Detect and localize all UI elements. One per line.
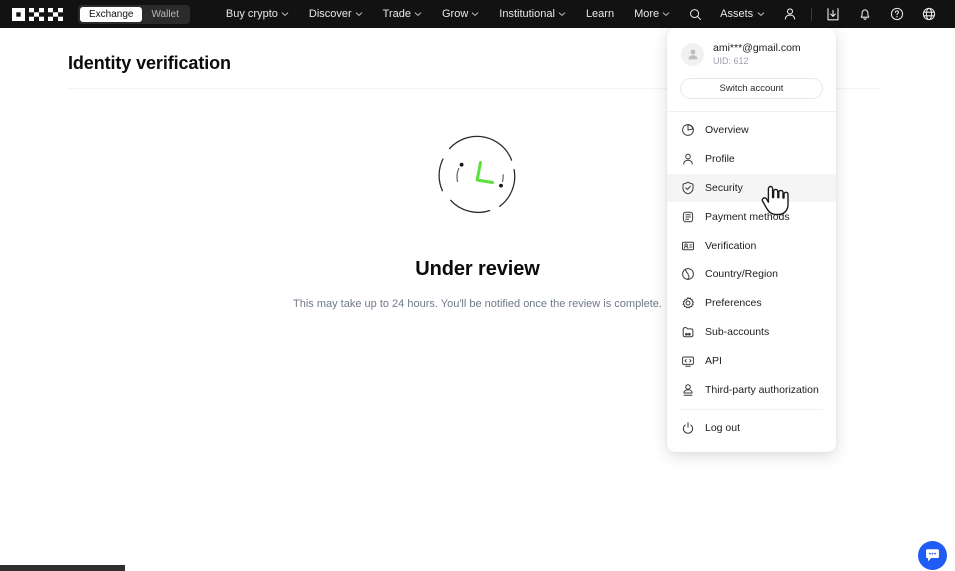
menu-item-preferences[interactable]: Preferences (667, 289, 836, 318)
menu-item-label: Country/Region (705, 268, 778, 281)
dropdown-divider (667, 111, 836, 112)
okx-logo[interactable] (12, 7, 64, 21)
pie-chart-icon (681, 123, 695, 137)
product-switcher[interactable]: Exchange Wallet (78, 4, 190, 24)
shield-check-icon (681, 181, 695, 195)
search-icon (689, 8, 702, 21)
chevron-down-icon (414, 10, 422, 18)
nav-item-institutional[interactable]: Institutional (489, 0, 576, 28)
page-title: Identity verification (68, 53, 231, 73)
chevron-down-icon (757, 10, 765, 18)
download-icon (826, 7, 840, 21)
menu-item-third-party-authorization[interactable]: Third-party authorization (667, 375, 836, 404)
sub-accounts-icon (681, 325, 695, 339)
menu-item-label: API (705, 354, 722, 367)
account-uid: UID: 612 (713, 56, 749, 66)
menu-item-security[interactable]: Security (667, 173, 836, 203)
nav-item-label: Institutional (499, 8, 555, 20)
menu-item-payment-methods[interactable]: Payment methods (667, 202, 836, 231)
nav-item-label: More (634, 8, 660, 20)
clock-spinner (423, 120, 533, 230)
nav-item-label: Discover (308, 8, 352, 20)
nav-item-learn[interactable]: Learn (576, 0, 624, 28)
code-window-icon (681, 354, 695, 368)
chevron-down-icon (662, 10, 670, 18)
globe-icon (681, 267, 695, 281)
segment-exchange[interactable]: Exchange (80, 6, 143, 22)
nav-item-label: Trade (382, 8, 411, 20)
user-icon (783, 7, 797, 21)
menu-item-overview[interactable]: Overview (667, 116, 836, 145)
nav-item-grow[interactable]: Grow (432, 0, 489, 28)
question-circle-icon (890, 7, 904, 21)
menu-item-sub-accounts[interactable]: Sub-accounts (667, 318, 836, 347)
account-menu-list: Overview Profile Security Payment method… (667, 116, 836, 404)
menu-item-api[interactable]: API (667, 346, 836, 375)
status-subtitle: This may take up to 24 hours. You'll be … (293, 298, 662, 310)
menu-item-verification[interactable]: Verification (667, 231, 836, 260)
nav-item-trade[interactable]: Trade (373, 0, 432, 28)
dropdown-divider-bottom (680, 408, 823, 410)
menu-item-label: Preferences (705, 297, 762, 310)
account-email: ami***@gmail.com (713, 42, 801, 54)
power-icon (681, 421, 695, 435)
assets-label: Assets (720, 8, 754, 20)
nav-item-label: Buy crypto (225, 8, 278, 20)
user-icon (681, 152, 695, 166)
wallet-icon (681, 210, 695, 224)
search-button[interactable] (680, 0, 711, 28)
menu-item-label: Log out (705, 422, 741, 435)
chat-bubble-icon (924, 547, 941, 564)
menu-item-log-out[interactable]: Log out (667, 414, 836, 443)
chevron-down-icon (471, 10, 479, 18)
gear-icon (681, 296, 695, 310)
notifications-button[interactable] (849, 0, 881, 28)
app-window: Exchange Wallet Buy crypto Discover Trad… (0, 0, 955, 571)
horizontal-scrollbar[interactable] (0, 565, 125, 571)
download-app-button[interactable] (817, 0, 849, 28)
menu-item-label: Verification (705, 239, 757, 252)
assets-menu[interactable]: Assets (711, 0, 774, 28)
account-menu-button[interactable] (774, 0, 806, 28)
menu-item-label: Security (705, 181, 743, 194)
account-dropdown-menu: ami***@gmail.com UID: 612 Switch account… (667, 28, 836, 452)
menu-item-label: Overview (705, 124, 749, 137)
account-summary[interactable]: ami***@gmail.com UID: 612 (667, 28, 836, 66)
nav-right-actions: Assets (680, 0, 945, 28)
menu-item-country-region[interactable]: Country/Region (667, 260, 836, 289)
menu-item-label: Payment methods (705, 210, 790, 223)
nav-item-label: Grow (442, 8, 469, 20)
segment-wallet[interactable]: Wallet (142, 7, 187, 22)
language-button[interactable] (913, 0, 945, 28)
nav-item-more[interactable]: More (624, 0, 680, 28)
menu-item-profile[interactable]: Profile (667, 145, 836, 174)
nav-item-discover[interactable]: Discover (299, 0, 373, 28)
nav-item-label: Learn (585, 8, 615, 20)
primary-nav-links: Buy crypto Discover Trade Grow Instituti… (216, 0, 680, 28)
nav-item-buy-crypto[interactable]: Buy crypto (216, 0, 299, 28)
chevron-down-icon (558, 10, 566, 18)
switch-account-button[interactable]: Switch account (680, 78, 823, 99)
top-navigation-bar: Exchange Wallet Buy crypto Discover Trad… (0, 0, 955, 28)
chevron-down-icon (355, 10, 363, 18)
status-title: Under review (415, 258, 540, 280)
nav-right-divider (811, 7, 813, 21)
id-card-icon (681, 239, 695, 253)
bell-icon (858, 7, 872, 21)
chevron-down-icon (281, 10, 289, 18)
globe-icon (922, 7, 936, 21)
menu-item-label: Profile (705, 153, 735, 166)
chat-support-button[interactable] (918, 541, 947, 570)
user-key-icon (681, 383, 695, 397)
menu-item-label: Sub-accounts (705, 325, 770, 338)
account-text: ami***@gmail.com UID: 612 (713, 42, 801, 66)
user-avatar-icon (681, 42, 704, 66)
menu-item-label: Third-party authorization (705, 383, 819, 396)
help-button[interactable] (881, 0, 913, 28)
